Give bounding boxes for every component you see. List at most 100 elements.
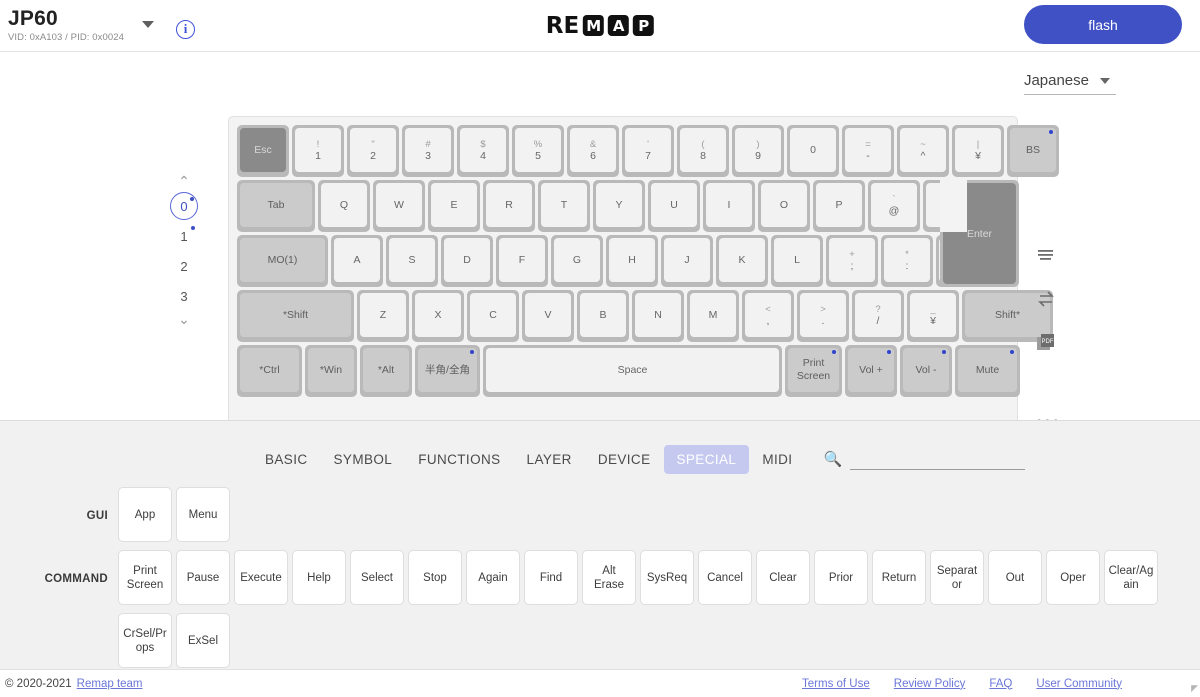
keycode-button-return[interactable]: Return: [872, 550, 926, 605]
keyboard-key-k[interactable]: K: [716, 235, 768, 287]
tab-device[interactable]: DEVICE: [585, 445, 664, 474]
keyboard-key-m[interactable]: M: [687, 290, 739, 342]
footer-link-user-community[interactable]: User Community: [1036, 678, 1122, 690]
keyboard-key-g[interactable]: G: [551, 235, 603, 287]
layer-up-icon[interactable]: ⌃: [178, 174, 190, 190]
keyboard-key-d[interactable]: D: [441, 235, 493, 287]
keyboard-key-5[interactable]: % 5: [512, 125, 564, 177]
tab-layer[interactable]: LAYER: [514, 445, 585, 474]
keyboard-key-*[interactable]: *:: [881, 235, 933, 287]
keycode-button-separator[interactable]: Separator: [930, 550, 984, 605]
keyboard-key-tab[interactable]: Tab: [237, 180, 315, 232]
keyboard-key-enter[interactable]: Enter: [940, 180, 1019, 287]
keyboard-key-mute[interactable]: Mute: [955, 345, 1020, 397]
keyboard-key-/[interactable]: ? /: [852, 290, 904, 342]
search-box[interactable]: 🔍: [823, 450, 1026, 470]
keycode-button-oper[interactable]: Oper: [1046, 550, 1100, 605]
keyboard-key-*win[interactable]: *Win: [305, 345, 357, 397]
keycode-button-exsel[interactable]: ExSel: [176, 613, 230, 668]
keycode-button-prior[interactable]: Prior: [814, 550, 868, 605]
tab-midi[interactable]: MIDI: [749, 445, 805, 474]
keyboard-key-f[interactable]: F: [496, 235, 548, 287]
keyboard-key-4[interactable]: $4: [457, 125, 509, 177]
footer-link-review-policy[interactable]: Review Policy: [894, 678, 966, 690]
keyboard-key-y[interactable]: Y: [593, 180, 645, 232]
keycode-button-find[interactable]: Find: [524, 550, 578, 605]
layer-item-0[interactable]: 0: [170, 192, 198, 220]
pdf-icon[interactable]: PDF: [1035, 332, 1057, 354]
keyboard-key-key[interactable]: _ ¥: [907, 290, 959, 342]
keyboard-key-c[interactable]: C: [467, 290, 519, 342]
keyboard-key-key[interactable]: >.: [797, 290, 849, 342]
keyboard-key-b[interactable]: B: [577, 290, 629, 342]
keyboard-key-s[interactable]: S: [386, 235, 438, 287]
swap-arrows-icon[interactable]: [1035, 288, 1057, 310]
keyboard-selector[interactable]: JP60 VID: 0xA103 / PID: 0x0024: [8, 8, 155, 43]
keycode-button-print-screen[interactable]: Print Screen: [118, 550, 172, 605]
keyboard-key-n[interactable]: N: [632, 290, 684, 342]
tab-basic[interactable]: BASIC: [252, 445, 321, 474]
keyboard-key-r[interactable]: R: [483, 180, 535, 232]
keycode-button-sysreq[interactable]: SysReq: [640, 550, 694, 605]
keyboard-key-bs[interactable]: BS: [1007, 125, 1059, 177]
layer-item-3[interactable]: 3: [170, 282, 198, 310]
keyboard-key-vol-[interactable]: Vol -: [900, 345, 952, 397]
keyboard-key-printscreen[interactable]: Print Screen: [785, 345, 842, 397]
footer-link-faq[interactable]: FAQ: [989, 678, 1012, 690]
keyboard-key-a[interactable]: A: [331, 235, 383, 287]
keyboard-key-key[interactable]: <,: [742, 290, 794, 342]
keyboard-key-esc[interactable]: Esc: [237, 125, 289, 177]
tab-special[interactable]: SPECIAL: [663, 445, 750, 474]
keycode-button-out[interactable]: Out: [988, 550, 1042, 605]
keyboard-key-3[interactable]: #3: [402, 125, 454, 177]
layer-item-2[interactable]: 2: [170, 252, 198, 280]
language-selector[interactable]: Japanese: [1023, 72, 1116, 95]
keyboard-key-/[interactable]: 半角/全角: [415, 345, 480, 397]
keyboard-key-*ctrl[interactable]: *Ctrl: [237, 345, 302, 397]
keycode-button-pause[interactable]: Pause: [176, 550, 230, 605]
keyboard-key-space[interactable]: Space: [483, 345, 782, 397]
keyboard-key-0[interactable]: 0: [787, 125, 839, 177]
keyboard-key-key[interactable]: | ¥: [952, 125, 1004, 177]
tab-symbol[interactable]: SYMBOL: [321, 445, 406, 474]
keycode-button-again[interactable]: Again: [466, 550, 520, 605]
info-icon[interactable]: i: [176, 19, 196, 39]
keyboard-key-w[interactable]: W: [373, 180, 425, 232]
keyboard-key-2[interactable]: " 2: [347, 125, 399, 177]
keyboard-key-8[interactable]: (8: [677, 125, 729, 177]
keyboard-key-x[interactable]: X: [412, 290, 464, 342]
layer-down-icon[interactable]: ⌄: [178, 312, 190, 328]
keyboard-key-6[interactable]: & 6: [567, 125, 619, 177]
keycode-button-crsel-props[interactable]: CrSel/Props: [118, 613, 172, 668]
chevron-down-icon[interactable]: [142, 21, 155, 28]
keyboard-key-h[interactable]: H: [606, 235, 658, 287]
keyboard-key-l[interactable]: L: [771, 235, 823, 287]
keyboard-key-v[interactable]: V: [522, 290, 574, 342]
keyboard-key-q[interactable]: Q: [318, 180, 370, 232]
keyboard-key-p[interactable]: P: [813, 180, 865, 232]
keycode-button-execute[interactable]: Execute: [234, 550, 288, 605]
resize-handle[interactable]: ◤: [1191, 683, 1198, 694]
keyboard-key-t[interactable]: T: [538, 180, 590, 232]
tab-functions[interactable]: FUNCTIONS: [405, 445, 513, 474]
keycode-button-select[interactable]: Select: [350, 550, 404, 605]
keyboard-key-key[interactable]: ~ ^: [897, 125, 949, 177]
keyboard-key-1[interactable]: ! 1: [292, 125, 344, 177]
flash-button[interactable]: flash: [1024, 5, 1182, 44]
keyboard-key-e[interactable]: E: [428, 180, 480, 232]
keyboard-key-u[interactable]: U: [648, 180, 700, 232]
footer-link-terms-of-use[interactable]: Terms of Use: [802, 678, 870, 690]
keyboard-key-i[interactable]: I: [703, 180, 755, 232]
keyboard-key-vol+[interactable]: Vol +: [845, 345, 897, 397]
keyboard-key-key[interactable]: ` @: [868, 180, 920, 232]
keycode-button-alt-erase[interactable]: Alt Erase: [582, 550, 636, 605]
layer-item-1[interactable]: 1: [170, 222, 198, 250]
keycode-button-stop[interactable]: Stop: [408, 550, 462, 605]
keyboard-key-+[interactable]: +;: [826, 235, 878, 287]
keycode-button-menu[interactable]: Menu: [176, 487, 230, 542]
keyboard-key-o[interactable]: O: [758, 180, 810, 232]
lines-icon[interactable]: [1035, 244, 1057, 266]
keycode-button-help[interactable]: Help: [292, 550, 346, 605]
remap-team-link[interactable]: Remap team: [77, 678, 143, 690]
layer-selector[interactable]: ⌃ 0 1 2 3 ⌄: [166, 174, 202, 328]
